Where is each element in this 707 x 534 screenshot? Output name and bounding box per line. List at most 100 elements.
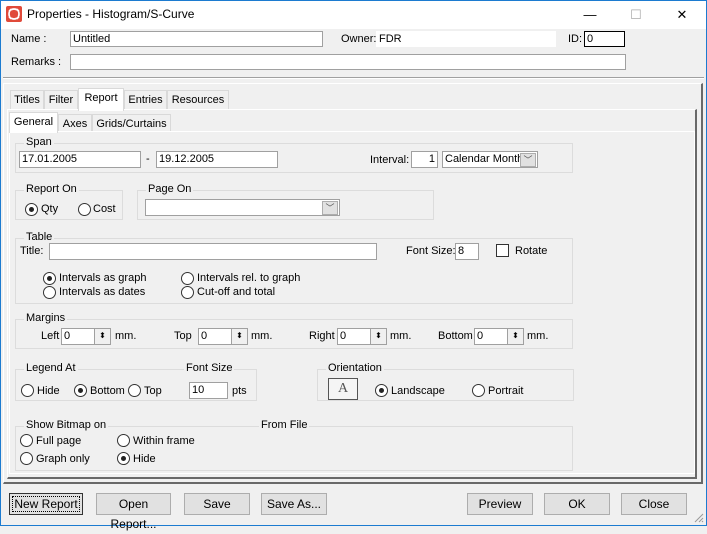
table-font-size-input[interactable]: 8 <box>455 243 479 260</box>
margin-left-unit: mm. <box>115 330 137 342</box>
spinner-arrows-icon[interactable]: ⬍ <box>507 329 523 344</box>
intervals-as-graph-label: Intervals as graph <box>59 272 147 284</box>
table-title-label: Title: <box>20 245 44 257</box>
save-button[interactable]: Save <box>184 493 250 515</box>
cut-off-and-total-label: Cut-off and total <box>197 286 276 298</box>
id-input[interactable]: 0 <box>584 31 625 47</box>
margin-top-value: 0 <box>201 330 208 342</box>
margin-bottom-value: 0 <box>477 330 484 342</box>
chevron-down-icon[interactable]: ﹀ <box>322 201 338 215</box>
span-separator: - <box>146 153 150 165</box>
intervals-as-dates-radio[interactable] <box>43 286 56 299</box>
table-title-input[interactable] <box>49 243 377 260</box>
span-title: Span <box>24 136 54 148</box>
id-label: ID: <box>568 33 583 45</box>
window-title: Properties - Histogram/S-Curve <box>27 7 195 21</box>
interval-unit-select[interactable]: Calendar Month ﹀ <box>442 151 538 168</box>
legend-bottom-label: Bottom <box>90 385 125 397</box>
close-button[interactable]: Close <box>621 493 687 515</box>
ok-button[interactable]: OK <box>544 493 610 515</box>
page-on-select[interactable]: ﹀ <box>145 199 340 216</box>
qty-radio[interactable] <box>25 203 38 216</box>
app-logo-icon <box>6 6 22 22</box>
owner-value: FDR <box>376 31 556 47</box>
interval-label: Interval: <box>370 154 410 166</box>
graph-only-radio[interactable] <box>20 452 33 465</box>
margin-right-value: 0 <box>340 330 347 342</box>
margin-left-label: Left <box>41 330 60 342</box>
within-frame-radio[interactable] <box>117 434 130 447</box>
margin-left-spinner[interactable]: 0 ⬍ <box>61 328 111 345</box>
legend-hide-radio[interactable] <box>21 384 34 397</box>
margin-left-value: 0 <box>64 330 71 342</box>
rotate-label: Rotate <box>515 245 548 257</box>
margin-bottom-label: Bottom <box>438 330 473 342</box>
legend-top-radio[interactable] <box>128 384 141 397</box>
name-label: Name : <box>11 33 47 45</box>
cost-label: Cost <box>93 203 116 215</box>
rotate-checkbox[interactable] <box>496 244 509 257</box>
landscape-label: Landscape <box>391 385 445 397</box>
remarks-input[interactable] <box>70 54 626 70</box>
margin-right-spinner[interactable]: 0 ⬍ <box>337 328 387 345</box>
intervals-rel-to-graph-label: Intervals rel. to graph <box>197 272 301 284</box>
save-as-button[interactable]: Save As... <box>261 493 327 515</box>
intervals-as-dates-label: Intervals as dates <box>59 286 146 298</box>
resize-grip-icon[interactable] <box>692 511 704 523</box>
table-font-size-label: Font Size: <box>406 245 456 257</box>
portrait-label: Portrait <box>488 385 524 397</box>
tab-report[interactable]: Report <box>78 88 124 111</box>
legend-hide-label: Hide <box>37 385 60 397</box>
cost-radio[interactable] <box>78 203 91 216</box>
tab-entries[interactable]: Entries <box>124 90 167 111</box>
margins-title: Margins <box>24 312 68 324</box>
from-file-title: From File <box>259 419 310 431</box>
new-report-button[interactable]: New Report <box>9 493 83 515</box>
tab-resources[interactable]: Resources <box>167 90 229 111</box>
preview-button[interactable]: Preview <box>467 493 533 515</box>
interval-unit-value: Calendar Month <box>445 153 524 165</box>
close-window-button[interactable]: ✕ <box>659 1 705 29</box>
legend-top-label: Top <box>144 385 162 397</box>
subtab-general[interactable]: General <box>9 112 58 133</box>
intervals-rel-to-graph-radio[interactable] <box>181 272 194 285</box>
margin-bottom-spinner[interactable]: 0 ⬍ <box>474 328 524 345</box>
maximize-button[interactable]: ☐ <box>613 1 659 29</box>
orientation-title: Orientation <box>326 362 384 374</box>
open-report-button[interactable]: Open Report... <box>96 493 171 531</box>
full-page-label: Full page <box>36 435 82 447</box>
name-input[interactable]: Untitled <box>70 31 323 47</box>
title-bar: Properties - Histogram/S-Curve — ☐ ✕ <box>1 1 706 29</box>
report-on-title: Report On <box>24 183 79 195</box>
minimize-button[interactable]: — <box>567 1 613 29</box>
intervals-as-graph-radio[interactable] <box>43 272 56 285</box>
chevron-down-icon[interactable]: ﹀ <box>520 153 536 167</box>
legend-font-size-unit: pts <box>232 385 247 397</box>
margin-top-spinner[interactable]: 0 ⬍ <box>198 328 248 345</box>
bitmap-hide-radio[interactable] <box>117 452 130 465</box>
spinner-arrows-icon[interactable]: ⬍ <box>370 329 386 344</box>
spinner-arrows-icon[interactable]: ⬍ <box>231 329 247 344</box>
landscape-radio[interactable] <box>375 384 388 397</box>
page-orientation-icon: A <box>328 378 358 400</box>
legend-bottom-radio[interactable] <box>74 384 87 397</box>
tab-filter[interactable]: Filter <box>44 90 78 111</box>
margin-top-label: Top <box>174 330 192 342</box>
owner-label: Owner: <box>341 33 377 45</box>
span-to-input[interactable]: 19.12.2005 <box>156 151 278 168</box>
interval-input[interactable]: 1 <box>411 151 438 168</box>
bitmap-group: Show Bitmap on From File <box>15 419 573 471</box>
full-page-radio[interactable] <box>20 434 33 447</box>
portrait-radio[interactable] <box>472 384 485 397</box>
legend-font-size-title: Font Size <box>184 362 235 374</box>
spinner-arrows-icon[interactable]: ⬍ <box>94 329 110 344</box>
legend-title: Legend At <box>24 362 78 374</box>
span-from-input[interactable]: 17.01.2005 <box>19 151 141 168</box>
cut-off-and-total-radio[interactable] <box>181 286 194 299</box>
margin-right-unit: mm. <box>390 330 412 342</box>
margin-right-label: Right <box>309 330 335 342</box>
legend-font-size-input[interactable]: 10 <box>189 382 228 399</box>
margin-bottom-unit: mm. <box>527 330 549 342</box>
tab-titles[interactable]: Titles <box>10 90 44 111</box>
within-frame-label: Within frame <box>133 435 195 447</box>
